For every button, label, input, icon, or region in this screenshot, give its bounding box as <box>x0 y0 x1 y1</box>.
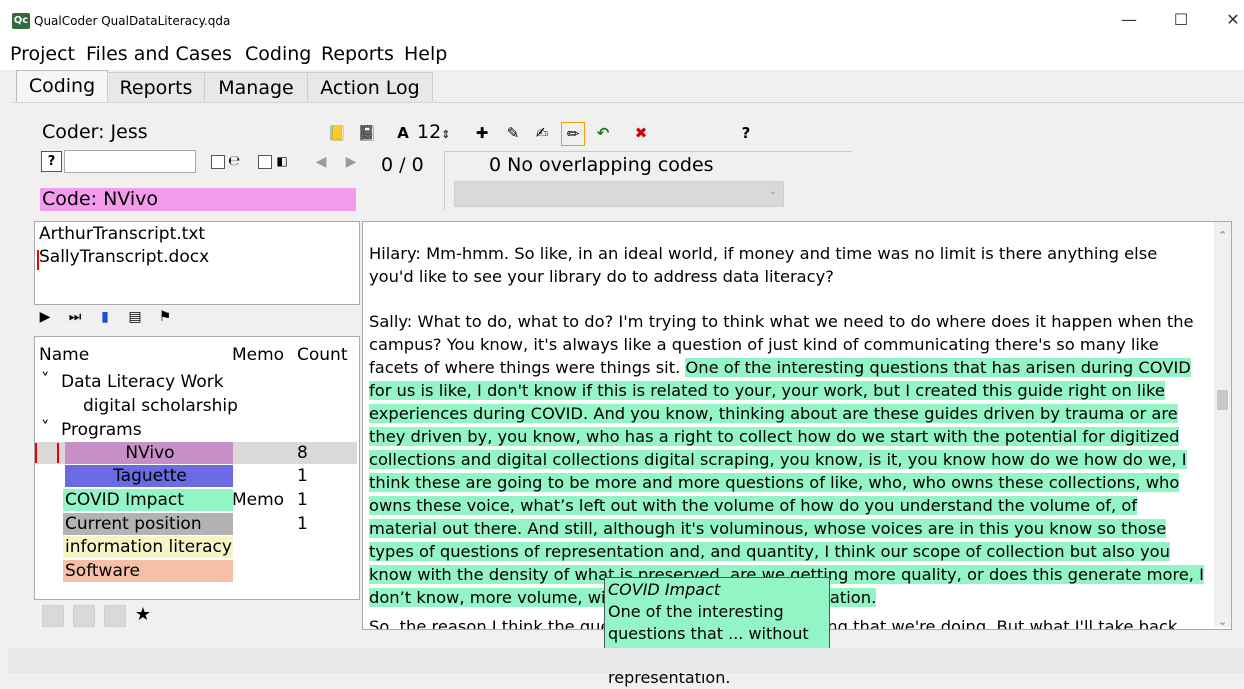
tree-row[interactable]: Current position 1 <box>35 513 357 535</box>
tooltip-body: One of the interesting questions that ..… <box>608 602 809 687</box>
code-name: Taguette <box>65 465 233 487</box>
bookmark-icon[interactable]: ▮ <box>96 308 114 326</box>
menu-coding[interactable]: Coding <box>245 43 311 65</box>
chevron-down-icon: ⌄ <box>768 186 777 197</box>
search-counter: 0 / 0 <box>381 154 424 176</box>
file-item[interactable]: ArthurTranscript.txt <box>39 224 205 244</box>
tree-row[interactable]: Taguette 1 <box>35 465 357 487</box>
files-list: ArthurTranscript.txt SallyTranscript.doc… <box>34 221 360 305</box>
delete-icon[interactable]: ✖ <box>630 122 652 144</box>
highlight-icon[interactable]: ✚ <box>471 122 493 144</box>
code-count: 1 <box>297 514 308 534</box>
help-icon[interactable]: ? <box>41 151 62 172</box>
code-count: 1 <box>297 466 308 486</box>
overlap-status: 0 No overlapping codes <box>489 154 714 176</box>
menu-reports[interactable]: Reports <box>321 43 394 65</box>
column-count[interactable]: Count <box>297 345 348 365</box>
chevron-up-icon[interactable]: ⌃ <box>1218 224 1227 247</box>
text-cursor-icon: ℮ <box>228 153 240 169</box>
code-tree: Name Memo Count ˅ Data Literacy Work digit… <box>34 336 360 600</box>
tree-row[interactable]: information literacy <box>35 536 357 558</box>
help-icon[interactable]: ? <box>735 122 757 144</box>
menu-help[interactable]: Help <box>404 43 447 65</box>
tree-row[interactable]: Software <box>35 560 357 582</box>
code-name: NVivo <box>65 442 233 464</box>
close-window-button[interactable]: ✕ <box>1210 8 1244 32</box>
tab-manage[interactable]: Manage <box>204 72 308 103</box>
memo-icon[interactable]: 📒 <box>326 122 348 144</box>
play-icon[interactable]: ▶ <box>36 308 54 326</box>
skip-icon[interactable]: ⏭ <box>66 308 84 326</box>
chevron-down-icon[interactable]: ⌄ <box>1218 610 1227 629</box>
tab-action-log[interactable]: Action Log <box>307 72 433 103</box>
column-memo[interactable]: Memo <box>232 345 284 365</box>
font-size-value: 12 <box>417 121 442 143</box>
coder-label: Coder: Jess <box>42 121 148 143</box>
paragraph: Hilary: Mm-hmm. So like, in an ideal wor… <box>369 244 1158 286</box>
chevron-down-icon[interactable]: ˅ <box>41 417 50 439</box>
window-title: QualCoder QualDataLiteracy.qda <box>34 14 231 28</box>
selected-code-label: Code: NVivo <box>40 188 356 211</box>
paragraph: Sally: What to do, what to do? I'm tryin… <box>369 310 1204 609</box>
code-name: information literacy <box>63 536 233 558</box>
all-files-checkbox[interactable] <box>258 155 272 169</box>
column-name[interactable]: Name <box>39 345 89 365</box>
status-bar <box>8 648 1244 673</box>
font-icon: A <box>397 124 409 142</box>
previous-icon[interactable]: ◀ <box>312 153 330 171</box>
toggle-button[interactable] <box>73 605 95 627</box>
menu-bar: Project Files and Cases Coding Reports H… <box>0 40 1244 70</box>
files-icon: ◧ <box>276 154 288 168</box>
overlap-combo[interactable]: ⌄ <box>454 181 784 207</box>
title-bar: Qc QualCoder QualDataLiteracy.qda — ☐ ✕ <box>0 0 1244 40</box>
selected-code-marker <box>35 443 37 463</box>
maximize-button[interactable]: ☐ <box>1158 8 1204 32</box>
menu-files-and-cases[interactable]: Files and Cases <box>86 43 232 65</box>
code-name: Data Literacy Work <box>61 372 224 392</box>
app-icon: Qc <box>12 13 30 29</box>
toggle-button[interactable] <box>104 605 126 627</box>
tree-row[interactable]: digital scholarship <box>35 395 357 417</box>
code-name: Programs <box>61 420 142 440</box>
next-icon[interactable]: ▶ <box>342 153 360 171</box>
tree-row[interactable]: COVID Impact Memo 1 <box>35 489 357 511</box>
tree-row[interactable]: NVivo 8 <box>35 442 357 464</box>
code-count: 1 <box>297 490 308 510</box>
selected-code-marker <box>57 443 59 463</box>
font-size-spinner[interactable]: 12⇕ <box>417 121 450 143</box>
tree-row[interactable]: ˅ Data Literacy Work <box>35 369 357 393</box>
menu-project[interactable]: Project <box>10 43 75 65</box>
text-pane[interactable]: Hilary: Mm-hmm. So like, in an ideal wor… <box>362 221 1232 630</box>
undo-icon[interactable]: ↶ <box>592 122 614 144</box>
code-name: Current position <box>63 513 233 535</box>
code-name: digital scholarship <box>83 396 238 416</box>
code-memo: Memo <box>232 490 285 510</box>
annotate-icon[interactable]: 📓 <box>356 122 378 144</box>
recent-code-icon[interactable]: ✍ <box>531 122 553 144</box>
star-icon[interactable]: ★ <box>134 606 152 624</box>
tree-row[interactable]: ˅ Programs <box>35 417 357 441</box>
chevron-down-icon[interactable]: ˅ <box>41 369 50 391</box>
coded-text[interactable]: One of the interesting questions that ha… <box>369 358 1204 607</box>
code-name: COVID Impact <box>63 489 233 511</box>
mark-icon[interactable]: ✏ <box>561 122 585 146</box>
scroll-thumb[interactable] <box>1217 390 1228 410</box>
tab-reports[interactable]: Reports <box>107 72 205 103</box>
tag-icon[interactable]: ⚑ <box>156 308 174 326</box>
tab-coding[interactable]: Coding <box>16 70 108 104</box>
minimize-button[interactable]: — <box>1106 8 1152 32</box>
code-name: Software <box>63 560 233 582</box>
code-count: 8 <box>297 443 308 463</box>
tooltip-title: COVID Impact <box>608 580 721 599</box>
list-icon[interactable]: ▤ <box>126 308 144 326</box>
case-sensitive-checkbox[interactable] <box>211 155 225 169</box>
file-item[interactable]: SallyTranscript.docx <box>39 247 209 267</box>
toggle-button[interactable] <box>42 605 64 627</box>
search-input[interactable] <box>64 150 196 173</box>
code-tool-icon[interactable]: ✎ <box>502 122 524 144</box>
scrollbar[interactable]: ⌃ ⌄ <box>1214 222 1231 629</box>
